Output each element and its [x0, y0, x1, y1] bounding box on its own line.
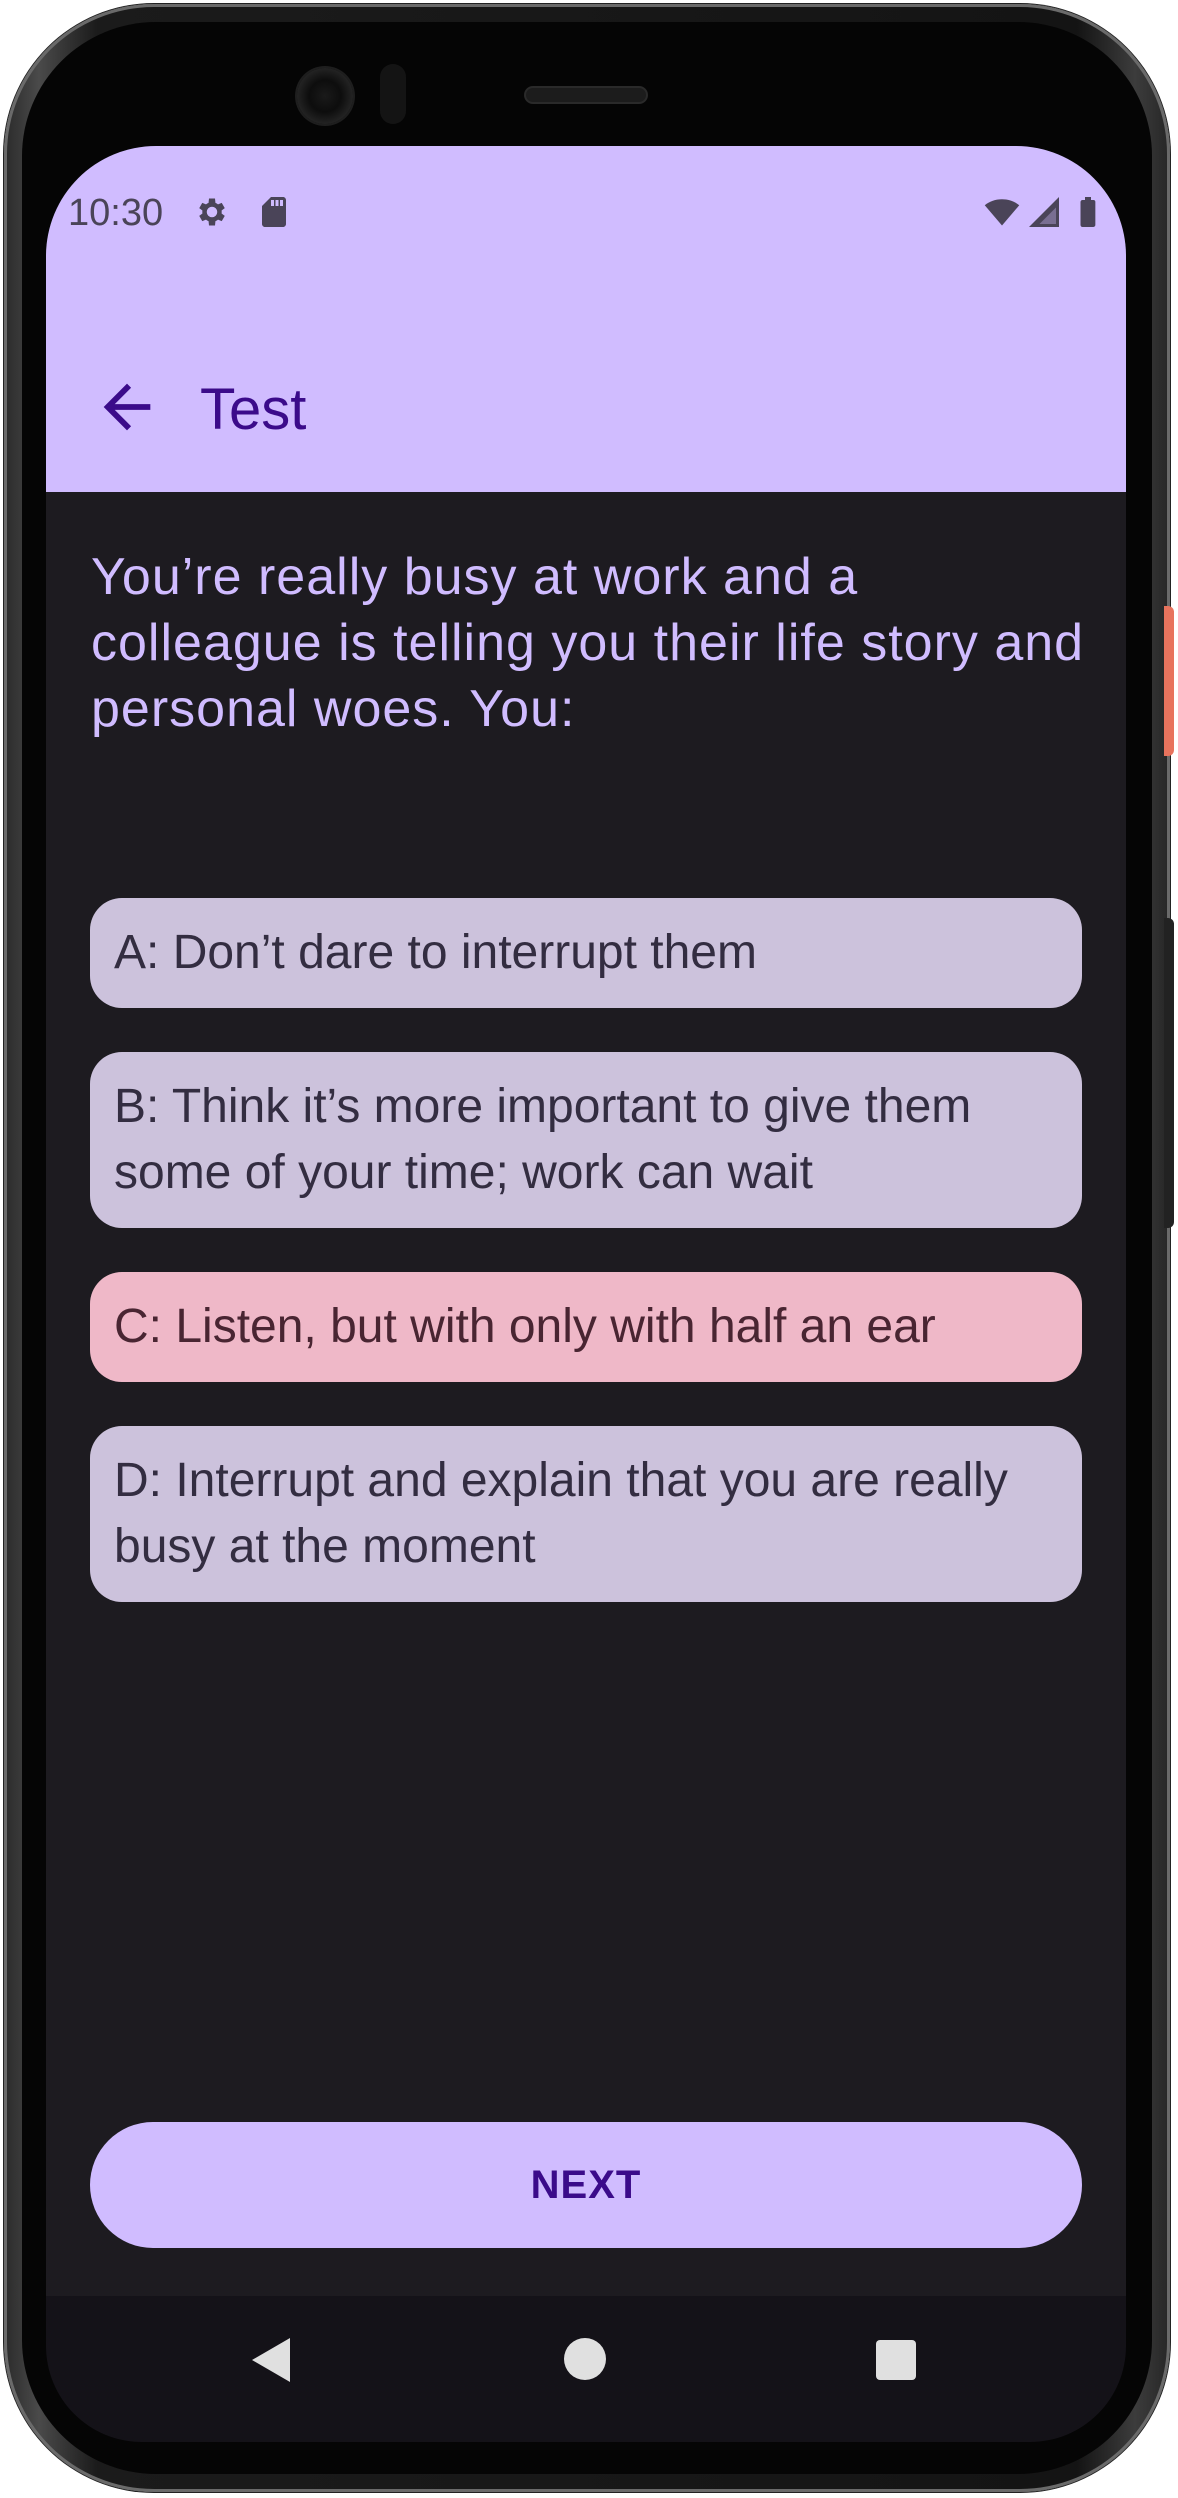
power-button: [1164, 606, 1174, 756]
nav-home-icon[interactable]: [564, 2338, 606, 2380]
battery-icon: [1080, 197, 1096, 227]
app-bar: 10:30 Test: [46, 146, 1126, 492]
volume-button: [1164, 918, 1174, 1228]
option-b[interactable]: B: Think it’s more important to give the…: [90, 1052, 1082, 1228]
wifi-icon: [984, 199, 1020, 226]
nav-back-icon[interactable]: [252, 2338, 290, 2382]
nav-recents-icon[interactable]: [876, 2340, 916, 2380]
back-arrow-icon[interactable]: [92, 372, 162, 442]
app-screen: 10:30 Test You’re really busy at work an…: [46, 146, 1126, 2346]
proximity-sensor: [380, 64, 406, 124]
status-time: 10:30: [68, 192, 164, 234]
question-text: You’re really busy at work and a colleag…: [91, 548, 1085, 738]
option-c[interactable]: C: Listen, but with only with half an ea…: [90, 1272, 1082, 1382]
option-c-label: C: Listen, but with only with half an ea…: [114, 1300, 936, 1353]
option-b-label: B: Think it’s more important to give the…: [114, 1080, 972, 1199]
option-a[interactable]: A: Don’t dare to interrupt them: [90, 898, 1082, 1008]
front-camera: [297, 68, 353, 124]
option-a-label: A: Don’t dare to interrupt them: [114, 926, 757, 979]
next-button-label: NEXT: [530, 2162, 642, 2207]
system-nav-bar: [46, 2296, 1126, 2442]
signal-icon: [1029, 197, 1059, 227]
next-button[interactable]: NEXT: [90, 2122, 1082, 2248]
option-d-label: D: Interrupt and explain that you are re…: [114, 1454, 1008, 1573]
earpiece-speaker: [526, 88, 646, 102]
app-title: Test: [200, 377, 307, 442]
option-d[interactable]: D: Interrupt and explain that you are re…: [90, 1426, 1082, 1602]
settings-icon: [199, 198, 225, 226]
sd-card-icon: [262, 197, 286, 227]
